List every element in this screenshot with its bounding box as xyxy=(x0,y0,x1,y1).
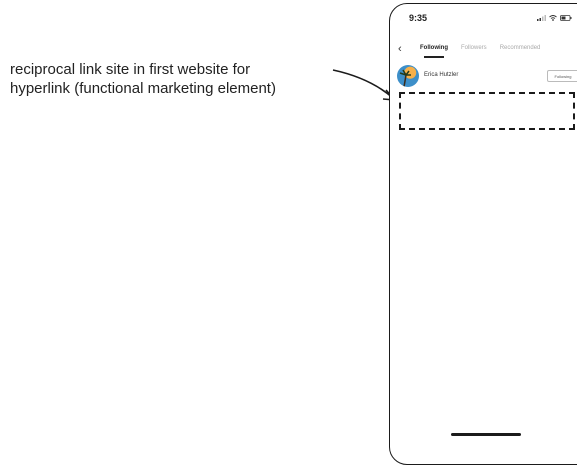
avatar xyxy=(397,65,419,87)
palm-tree-icon xyxy=(399,69,411,87)
battery-icon xyxy=(560,15,572,21)
annotation-text: reciprocal link site in first website fo… xyxy=(10,60,276,98)
user-name: Erica Hutzler xyxy=(424,72,459,78)
tab-following[interactable]: Following xyxy=(420,45,448,58)
tab-bar: Following Followers Recommended xyxy=(420,45,541,58)
signal-icon xyxy=(537,15,546,21)
wifi-icon xyxy=(549,15,557,21)
annotation-line-2: hyperlink (functional marketing element) xyxy=(10,80,276,97)
annotation-line-1: reciprocal link site in first website fo… xyxy=(10,61,251,78)
status-icons xyxy=(537,15,572,21)
status-time: 9:35 xyxy=(409,13,428,23)
following-button[interactable]: Following xyxy=(547,70,577,82)
phone-screen: 9:35 ‹ Following Followers Recommended E… xyxy=(389,3,577,465)
highlight-region xyxy=(399,92,575,130)
tab-recommended[interactable]: Recommended xyxy=(500,45,541,51)
list-item[interactable]: Erica Hutzler Following xyxy=(397,65,577,87)
chevron-left-icon[interactable]: ‹ xyxy=(398,43,402,55)
tab-followers[interactable]: Followers xyxy=(461,45,487,51)
